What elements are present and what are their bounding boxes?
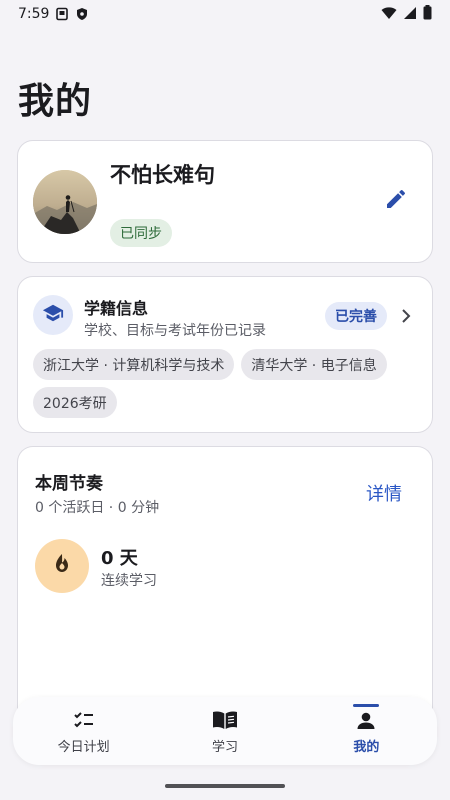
chip-target-school-1: 浙江大学 · 计算机科学与技术 bbox=[33, 349, 235, 380]
bottom-navigation: 今日计划 学习 我的 bbox=[13, 697, 437, 765]
streak-label: 连续学习 bbox=[101, 573, 157, 589]
nav-label-study: 学习 bbox=[211, 740, 238, 755]
status-bar: 7:59 bbox=[0, 0, 450, 28]
academic-chips: 浙江大学 · 计算机科学与技术 清华大学 · 电子信息 2026考研 bbox=[33, 349, 423, 418]
profile-card[interactable]: 不怕长难句 已同步 bbox=[17, 140, 433, 263]
pencil-icon bbox=[384, 187, 408, 215]
avatar[interactable] bbox=[33, 170, 97, 234]
edit-profile-button[interactable] bbox=[380, 185, 412, 217]
home-indicator[interactable] bbox=[165, 784, 285, 788]
academic-icon-container bbox=[33, 295, 73, 335]
checklist-icon bbox=[71, 707, 97, 733]
streak-value: 0 天 bbox=[101, 548, 138, 569]
flame-icon bbox=[50, 552, 74, 580]
profile-name: 不怕长难句 bbox=[110, 163, 215, 187]
wifi-icon bbox=[381, 5, 397, 24]
page-title: 我的 bbox=[18, 81, 93, 122]
shield-icon bbox=[75, 7, 89, 21]
academic-status-badge: 已完善 bbox=[325, 302, 387, 330]
weekly-summary: 0 个活跃日 · 0 分钟 bbox=[35, 500, 160, 516]
graduation-cap-icon bbox=[42, 302, 64, 328]
battery-icon bbox=[423, 4, 432, 24]
sync-status-badge: 已同步 bbox=[110, 219, 172, 247]
nav-item-mine[interactable]: 我的 bbox=[296, 697, 437, 765]
academic-info-card[interactable]: 学籍信息 学校、目标与考试年份已记录 已完善 浙江大学 · 计算机科学与技术 清… bbox=[17, 276, 433, 433]
nav-label-today-plan: 今日计划 bbox=[57, 740, 110, 755]
status-right bbox=[381, 4, 432, 24]
signal-icon bbox=[403, 5, 417, 24]
chevron-right-icon[interactable] bbox=[398, 307, 414, 325]
person-icon bbox=[353, 707, 379, 733]
details-link[interactable]: 详情 bbox=[366, 480, 402, 506]
streak-icon-container bbox=[35, 539, 89, 593]
chip-exam-year: 2026考研 bbox=[33, 387, 117, 418]
nav-item-study[interactable]: 学习 bbox=[154, 697, 295, 765]
active-tab-indicator bbox=[353, 704, 380, 707]
chip-target-school-2: 清华大学 · 电子信息 bbox=[241, 349, 387, 380]
open-book-icon bbox=[212, 707, 238, 733]
academic-title: 学籍信息 bbox=[84, 299, 149, 318]
nav-item-today-plan[interactable]: 今日计划 bbox=[13, 697, 154, 765]
weekly-title: 本周节奏 bbox=[35, 474, 103, 494]
nav-label-mine: 我的 bbox=[353, 740, 380, 755]
status-time: 7:59 bbox=[18, 6, 50, 22]
academic-subtitle: 学校、目标与考试年份已记录 bbox=[84, 323, 266, 339]
sim-card-icon bbox=[55, 7, 69, 21]
status-left: 7:59 bbox=[18, 6, 89, 22]
